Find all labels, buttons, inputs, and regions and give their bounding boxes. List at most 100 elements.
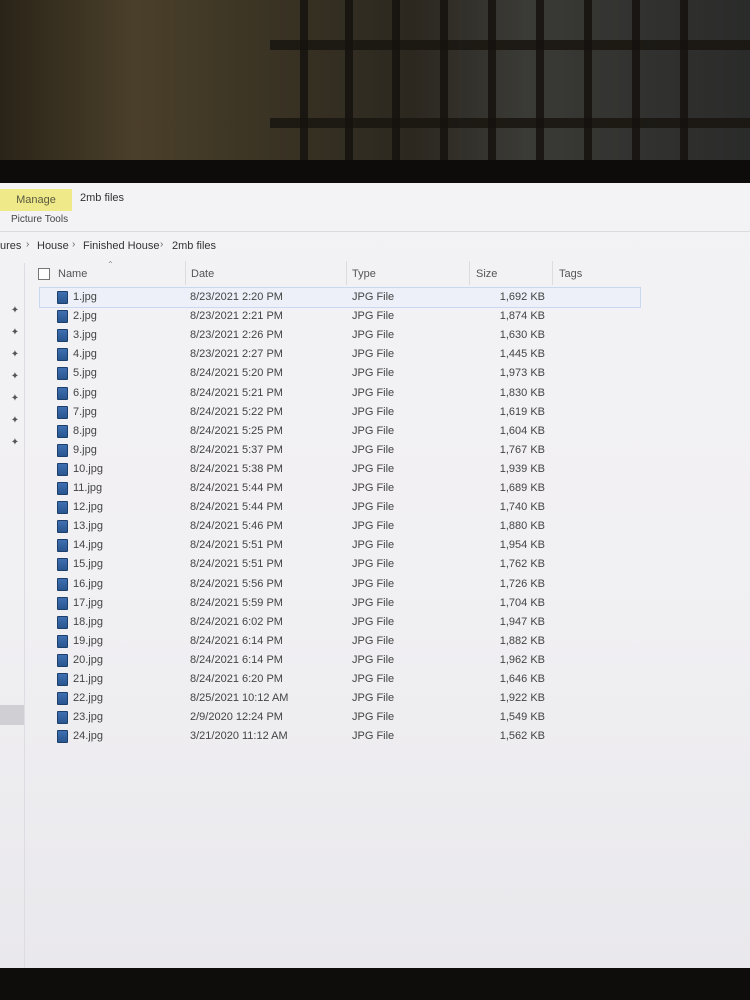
table-row[interactable]: 19.jpg 8/24/2021 6:14 PM JPG File 1,882 KB [40,632,640,651]
jpg-file-icon [57,673,68,686]
file-type: JPG File [352,424,395,437]
jpg-file-icon [57,520,68,534]
file-date: 8/24/2021 5:59 PM [190,596,283,609]
file-size: 1,445 KB [499,348,545,361]
breadcrumb-item-finished-house[interactable]: Finished House [83,240,159,252]
table-row[interactable]: 12.jpg 8/24/2021 5:44 PM JPG File 1,740 KB [40,498,640,517]
table-row[interactable]: 20.jpg 8/24/2021 6:14 PM JPG File 1,962 KB [40,651,640,670]
stair-baluster [536,0,544,160]
column-header-size[interactable]: Size [476,268,497,280]
column-divider[interactable] [552,261,553,285]
column-header-row: ⌃ Name Date Type Size Tags [24,260,664,285]
chevron-right-icon[interactable]: › [26,239,29,250]
file-name: 19.jpg [73,634,103,647]
column-header-type[interactable]: Type [352,268,376,280]
file-size: 1,549 KB [499,711,545,724]
table-row[interactable]: 7.jpg 8/24/2021 5:22 PM JPG File 1,619 KB [40,403,640,422]
table-row[interactable]: 3.jpg 8/23/2021 2:26 PM JPG File 1,630 KB [40,326,640,345]
breadcrumb-item-2mb-files[interactable]: 2mb files [172,240,216,252]
navigation-pane: ✦ ✦ ✦ ✦ ✦ ✦ ✦ [0,263,25,970]
file-date: 8/24/2021 5:46 PM [190,520,283,533]
table-row[interactable]: 15.jpg 8/24/2021 5:51 PM JPG File 1,762 KB [40,555,640,574]
table-row[interactable]: 14.jpg 8/24/2021 5:51 PM JPG File 1,954 KB [40,536,640,555]
file-size: 1,619 KB [499,405,545,418]
column-header-date[interactable]: Date [191,268,214,280]
chevron-right-icon[interactable]: › [72,239,75,250]
jpg-file-icon [57,711,68,725]
ribbon-tabs: Manage 2mb files [0,189,750,211]
tab-manage[interactable]: Manage [0,189,72,211]
select-all-checkbox[interactable] [38,268,50,280]
table-row[interactable]: 22.jpg 8/25/2021 10:12 AM JPG File 1,922 KB [40,689,640,708]
pin-icon[interactable]: ✦ [10,305,20,316]
column-divider[interactable] [346,261,347,285]
picture-tools-label: Picture Tools [11,214,69,225]
pin-icon[interactable]: ✦ [10,415,20,426]
file-date: 8/24/2021 6:20 PM [190,673,283,685]
table-row[interactable]: 17.jpg 8/24/2021 5:59 PM JPG File 1,704 KB [40,594,640,613]
file-name: 6.jpg [73,386,97,399]
table-row[interactable]: 5.jpg 8/24/2021 5:20 PM JPG File 1,973 KB [40,364,640,383]
file-date: 8/24/2021 6:14 PM [190,634,283,647]
file-explorer-window: Manage 2mb files Picture Tools ures › Ho… [0,183,750,970]
jpg-file-icon [57,730,68,744]
column-divider[interactable] [185,261,186,285]
file-type: JPG File [352,692,395,705]
table-row[interactable]: 11.jpg 8/24/2021 5:44 PM JPG File 1,689 KB [40,479,640,498]
chevron-right-icon[interactable]: › [160,239,163,250]
pin-icon[interactable]: ✦ [10,371,20,382]
file-date: 8/24/2021 5:38 PM [190,462,283,475]
table-row[interactable]: 23.jpg 2/9/2020 12:24 PM JPG File 1,549 KB [40,708,640,727]
pin-icon[interactable]: ✦ [10,393,20,404]
table-row[interactable]: 4.jpg 8/23/2021 2:27 PM JPG File 1,445 KB [40,345,640,364]
stair-baluster [680,0,688,160]
file-date: 8/24/2021 5:51 PM [190,558,283,571]
table-row[interactable]: 6.jpg 8/24/2021 5:21 PM JPG File 1,830 KB [40,384,640,403]
pin-icon[interactable]: ✦ [10,437,20,448]
file-name: 8.jpg [73,424,97,437]
file-size: 1,874 KB [499,310,545,323]
column-divider[interactable] [469,261,470,285]
file-size: 1,646 KB [499,673,545,685]
file-type: JPG File [352,482,395,494]
monitor-bezel-top [0,160,750,185]
table-row[interactable]: 2.jpg 8/23/2021 2:21 PM JPG File 1,874 KB [40,307,640,326]
file-size: 1,692 KB [499,291,545,303]
table-row[interactable]: 21.jpg 8/24/2021 6:20 PM JPG File 1,646 KB [40,670,640,689]
file-date: 8/23/2021 2:27 PM [190,348,283,361]
jpg-file-icon [57,424,68,438]
nav-item-selected[interactable] [0,705,24,725]
breadcrumb[interactable]: ures › House › Finished House › 2mb file… [0,235,750,257]
pin-icon[interactable]: ✦ [10,327,20,338]
table-row[interactable]: 10.jpg 8/24/2021 5:38 PM JPG File 1,939 KB [40,460,640,479]
breadcrumb-item-house[interactable]: House [37,240,69,252]
file-size: 1,882 KB [499,634,545,647]
jpg-file-icon [57,596,68,610]
table-row[interactable]: 16.jpg 8/24/2021 5:56 PM JPG File 1,726 KB [40,575,640,594]
table-row[interactable]: 18.jpg 8/24/2021 6:02 PM JPG File 1,947 KB [40,613,640,632]
file-type: JPG File [352,520,395,533]
file-size: 1,762 KB [499,558,545,571]
breadcrumb-item-pictures[interactable]: ures [0,240,21,252]
file-type: JPG File [352,558,395,571]
file-name: 1.jpg [73,291,97,303]
file-name: 22.jpg [73,692,103,705]
pin-icon[interactable]: ✦ [10,349,20,360]
file-type: JPG File [352,539,395,552]
file-type: JPG File [352,310,395,323]
file-name: 20.jpg [73,653,103,666]
table-row[interactable]: 9.jpg 8/24/2021 5:37 PM JPG File 1,767 KB [40,441,640,460]
table-row[interactable]: 13.jpg 8/24/2021 5:46 PM JPG File 1,880 KB [40,517,640,536]
column-header-name[interactable]: Name [58,268,87,280]
file-type: JPG File [352,634,395,647]
file-type: JPG File [352,443,395,456]
table-row[interactable]: 8.jpg 8/24/2021 5:25 PM JPG File 1,604 KB [40,422,640,441]
file-size: 1,973 KB [499,367,545,380]
table-row[interactable]: 1.jpg 8/23/2021 2:20 PM JPG File 1,692 KB [39,287,641,308]
jpg-file-icon [57,386,68,400]
table-row[interactable]: 24.jpg 3/21/2020 11:12 AM JPG File 1,562 KB [40,727,640,746]
column-header-tags[interactable]: Tags [559,268,582,280]
file-size: 1,922 KB [499,692,545,705]
file-name: 5.jpg [73,367,97,380]
file-type: JPG File [352,596,395,609]
